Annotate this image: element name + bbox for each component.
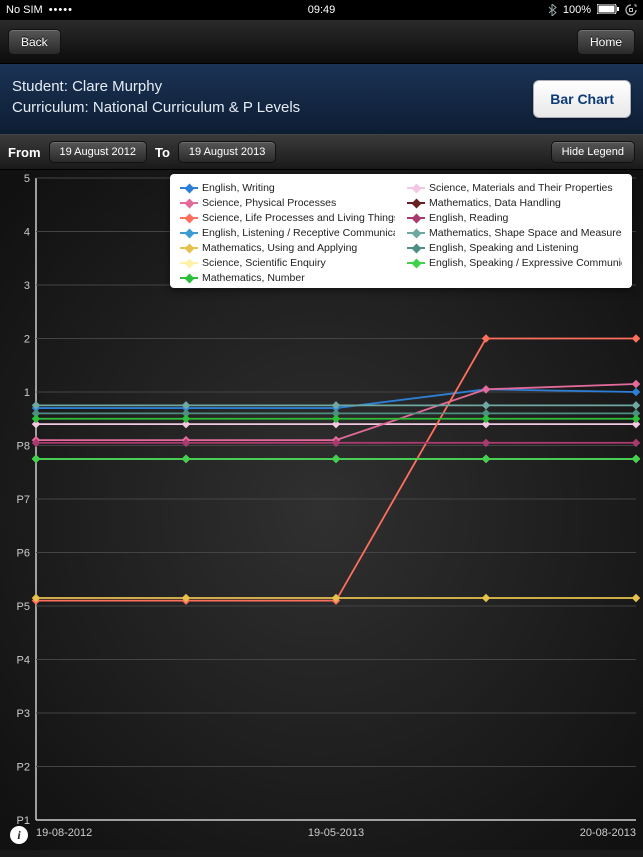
legend-item: English, Speaking / Expressive Communica… — [407, 257, 622, 269]
svg-text:P6: P6 — [17, 548, 30, 560]
legend-item: Science, Physical Processes — [180, 197, 395, 209]
legend-swatch — [180, 228, 198, 238]
legend-item: Mathematics, Using and Applying — [180, 242, 395, 254]
legend-swatch — [180, 213, 198, 223]
legend-label: Mathematics, Using and Applying — [202, 242, 357, 254]
legend-swatch — [407, 258, 425, 268]
rotation-lock-icon — [625, 4, 637, 16]
to-date-button[interactable]: 19 August 2013 — [178, 141, 276, 163]
svg-text:P8: P8 — [17, 441, 30, 453]
legend-item: Science, Materials and Their Properties — [407, 182, 622, 194]
legend-item: English, Writing — [180, 182, 395, 194]
legend-item: Mathematics, Number — [180, 272, 395, 284]
legend-swatch — [407, 213, 425, 223]
from-date-button[interactable]: 19 August 2012 — [49, 141, 147, 163]
bluetooth-icon — [548, 4, 557, 16]
hide-legend-button[interactable]: Hide Legend — [551, 141, 635, 163]
chart-area: P1P2P3P4P5P6P7P81234519-08-201219-05-201… — [0, 170, 643, 850]
legend-label: English, Speaking and Listening — [429, 242, 578, 254]
home-button[interactable]: Home — [577, 29, 635, 55]
legend-item: English, Listening / Receptive Communica… — [180, 227, 395, 239]
status-bar: No SIM ••••• 09:49 100% — [0, 0, 643, 20]
carrier-text: No SIM — [6, 4, 43, 16]
legend-label: Mathematics, Number — [202, 272, 305, 284]
info-icon[interactable]: i — [10, 826, 28, 844]
legend-item: English, Speaking and Listening — [407, 242, 622, 254]
header-panel: Student: Clare Murphy Curriculum: Nation… — [0, 64, 643, 134]
svg-text:3: 3 — [24, 280, 30, 292]
legend-label: English, Speaking / Expressive Communica… — [429, 257, 622, 269]
legend-swatch — [180, 273, 198, 283]
legend-swatch — [180, 243, 198, 253]
legend-label: English, Writing — [202, 182, 275, 194]
legend-label: Mathematics, Shape Space and Measures — [429, 227, 622, 239]
legend-item: Science, Scientific Enquiry — [180, 257, 395, 269]
from-label: From — [8, 145, 41, 160]
battery-icon — [597, 4, 619, 17]
svg-text:P5: P5 — [17, 601, 30, 613]
legend-label: Science, Materials and Their Properties — [429, 182, 613, 194]
legend-swatch — [180, 183, 198, 193]
svg-text:1: 1 — [24, 387, 30, 399]
svg-text:19-05-2013: 19-05-2013 — [308, 827, 364, 839]
legend-item: Mathematics, Data Handling — [407, 197, 622, 209]
svg-text:4: 4 — [24, 227, 30, 239]
legend-label: Science, Life Processes and Living Thing… — [202, 212, 395, 224]
legend-label: Mathematics, Data Handling — [429, 197, 561, 209]
svg-text:19-08-2012: 19-08-2012 — [36, 827, 92, 839]
legend-label: Science, Physical Processes — [202, 197, 336, 209]
legend-swatch — [407, 228, 425, 238]
legend-swatch — [180, 198, 198, 208]
legend-item: English, Reading — [407, 212, 622, 224]
navbar: Back Home — [0, 20, 643, 64]
svg-text:P3: P3 — [17, 708, 30, 720]
svg-text:20-08-2013: 20-08-2013 — [580, 827, 636, 839]
signal-icon: ••••• — [49, 4, 73, 16]
legend-swatch — [407, 243, 425, 253]
legend-swatch — [180, 258, 198, 268]
curriculum-line: Curriculum: National Curriculum & P Leve… — [12, 99, 300, 116]
svg-text:P4: P4 — [17, 655, 30, 667]
back-button[interactable]: Back — [8, 29, 61, 55]
battery-text: 100% — [563, 4, 591, 16]
svg-text:P7: P7 — [17, 494, 30, 506]
filter-bar: From 19 August 2012 To 19 August 2013 Hi… — [0, 134, 643, 170]
student-line: Student: Clare Murphy — [12, 78, 300, 95]
to-label: To — [155, 145, 170, 160]
legend-swatch — [407, 183, 425, 193]
legend-swatch — [407, 198, 425, 208]
legend-label: English, Reading — [429, 212, 508, 224]
svg-text:5: 5 — [24, 173, 30, 185]
legend: English, Writing Science, Materials and T… — [170, 174, 632, 288]
legend-item: Science, Life Processes and Living Thing… — [180, 212, 395, 224]
legend-label: Science, Scientific Enquiry — [202, 257, 326, 269]
legend-item: Mathematics, Shape Space and Measures — [407, 227, 622, 239]
status-time: 09:49 — [308, 4, 336, 16]
svg-text:2: 2 — [24, 334, 30, 346]
svg-text:P2: P2 — [17, 762, 30, 774]
legend-label: English, Listening / Receptive Communica… — [202, 227, 395, 239]
bar-chart-button[interactable]: Bar Chart — [533, 80, 631, 118]
